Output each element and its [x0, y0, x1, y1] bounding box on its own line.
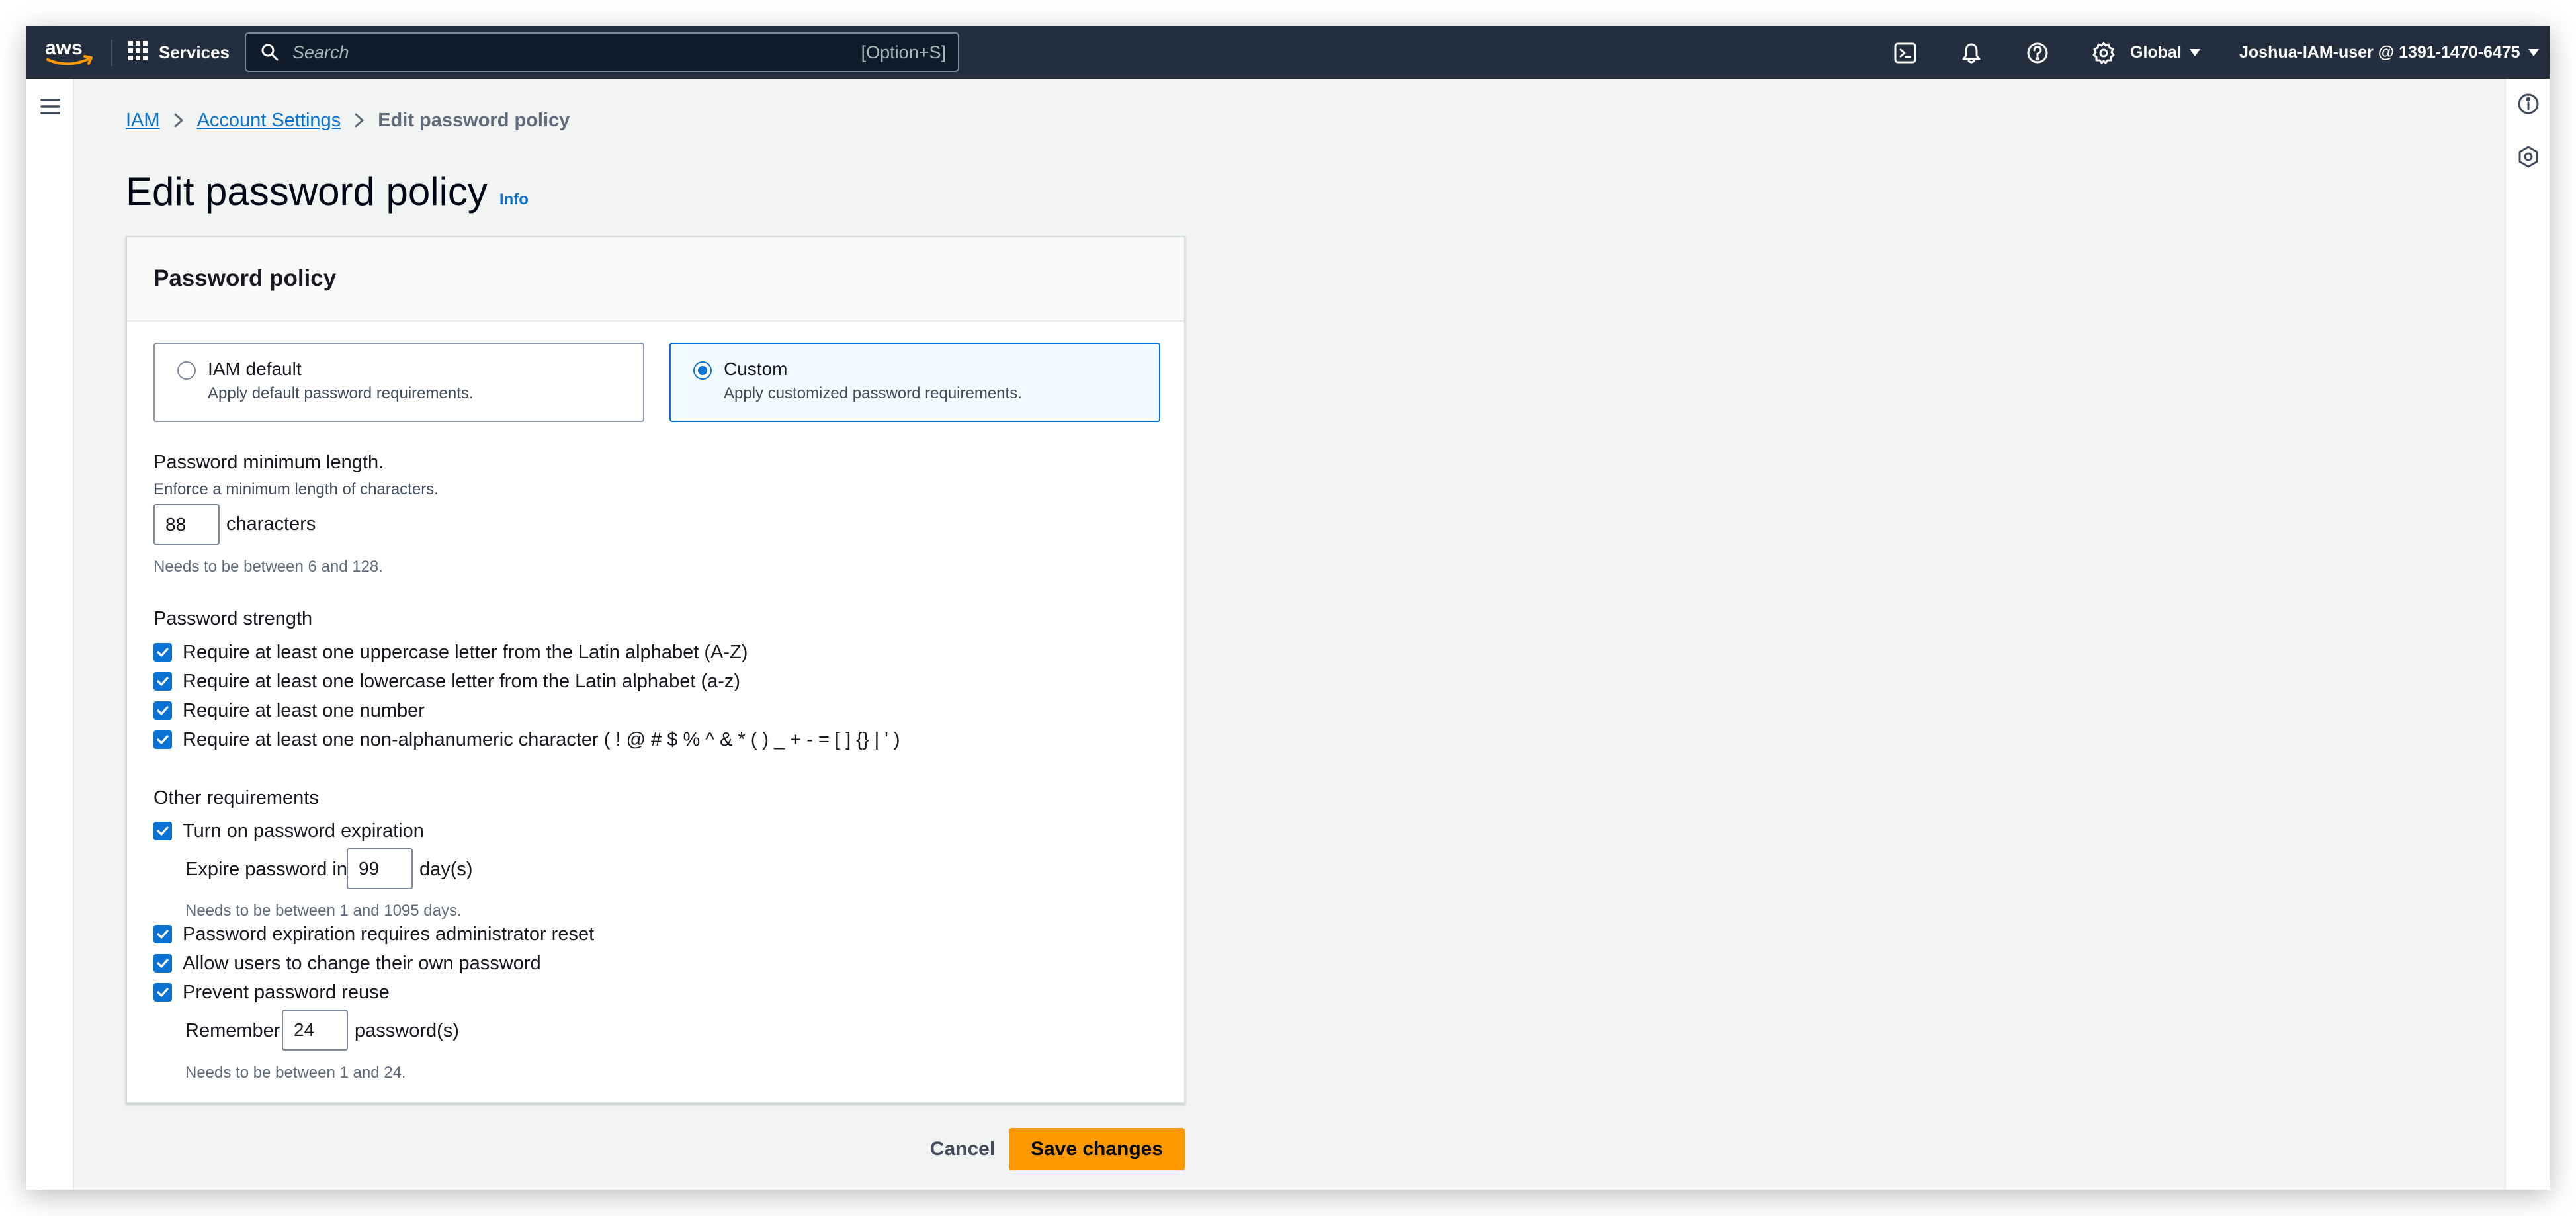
- checkbox-label: Turn on password expiration: [183, 820, 424, 842]
- browser-window: aws Services [Option+: [26, 26, 2550, 1190]
- require-number-checkbox-row[interactable]: Require at least one number: [153, 697, 425, 724]
- password-expiration-checkbox-row[interactable]: Turn on password expiration: [153, 818, 424, 844]
- cancel-button[interactable]: Cancel: [900, 1128, 1025, 1170]
- tile-description: Apply default password requirements.: [208, 384, 474, 402]
- chevron-right-icon: [173, 112, 184, 128]
- password-strength-title: Password strength: [153, 608, 313, 629]
- left-side-rail: [26, 79, 74, 1190]
- remember-passwords-hint: Needs to be between 1 and 24.: [185, 1064, 406, 1082]
- require-lowercase-checkbox-row[interactable]: Require at least one lowercase letter fr…: [153, 668, 740, 695]
- min-length-label: Password minimum length.: [153, 452, 384, 473]
- save-changes-button[interactable]: Save changes: [1009, 1128, 1185, 1170]
- nav-divider: [111, 40, 112, 66]
- account-label: Joshua-IAM-user @ 1391-1470-6475: [2239, 43, 2520, 62]
- require-symbol-checkbox-row[interactable]: Require at least one non-alphanumeric ch…: [153, 726, 900, 753]
- tile-title: IAM default: [208, 359, 302, 379]
- breadcrumb-link-account-settings[interactable]: Account Settings: [197, 110, 341, 132]
- checkbox-label: Allow users to change their own password: [183, 952, 541, 974]
- region-label: Global: [2130, 43, 2182, 62]
- caret-down-icon: [2528, 49, 2539, 56]
- checkbox-checked[interactable]: [153, 822, 172, 840]
- checkbox-checked[interactable]: [153, 954, 172, 973]
- settings-hexagon-icon[interactable]: [2514, 142, 2543, 171]
- bell-icon[interactable]: [1957, 38, 1986, 67]
- expiration-days-input[interactable]: [347, 848, 413, 889]
- info-circle-icon[interactable]: [2514, 89, 2543, 118]
- services-menu-button[interactable]: Services: [128, 26, 230, 79]
- tile-description: Apply customized password requirements.: [724, 384, 1022, 402]
- page-header: Edit password policy Info: [126, 159, 529, 212]
- radio-button-selected[interactable]: [693, 361, 712, 380]
- help-icon[interactable]: [2023, 38, 2052, 67]
- container-header: Password policy: [127, 237, 1184, 322]
- allow-change-checkbox-row[interactable]: Allow users to change their own password: [153, 950, 541, 977]
- expiration-days-unit: day(s): [419, 859, 473, 880]
- expire-password-prefix: Expire password in: [185, 859, 347, 880]
- min-length-field[interactable]: [165, 514, 218, 535]
- account-menu[interactable]: Joshua-IAM-user @ 1391-1470-6475: [2239, 26, 2539, 79]
- custom-tile[interactable]: Custom Apply customized password require…: [669, 343, 1160, 422]
- checkbox-checked[interactable]: [153, 983, 172, 1002]
- min-length-unit: characters: [226, 513, 316, 535]
- svg-text:aws: aws: [45, 37, 83, 59]
- radio-button-unselected[interactable]: [177, 361, 196, 380]
- min-length-input[interactable]: [153, 504, 220, 545]
- breadcrumb-current: Edit password policy: [378, 109, 570, 131]
- checkbox-checked[interactable]: [153, 643, 172, 662]
- chevron-right-icon: [354, 112, 365, 128]
- hamburger-menu-icon[interactable]: [36, 92, 65, 121]
- search-input[interactable]: [279, 34, 861, 71]
- search-bar[interactable]: [Option+S]: [245, 32, 959, 72]
- remember-passwords-input[interactable]: [282, 1010, 348, 1051]
- checkbox-checked[interactable]: [153, 672, 172, 691]
- top-navigation: aws Services [Option+: [26, 26, 2550, 79]
- min-length-hint: Needs to be between 6 and 128.: [153, 558, 383, 576]
- checkbox-checked[interactable]: [153, 701, 172, 720]
- settings-icon[interactable]: [2089, 38, 2118, 67]
- services-label: Services: [159, 42, 230, 62]
- checkbox-label: Prevent password reuse: [183, 981, 390, 1003]
- search-shortcut-hint: [Option+S]: [861, 42, 946, 62]
- checkbox-label: Require at least one uppercase letter fr…: [183, 641, 748, 663]
- caret-down-icon: [2189, 49, 2200, 56]
- remember-prefix: Remember: [185, 1020, 280, 1041]
- breadcrumb: IAM Account Settings Edit password polic…: [126, 106, 570, 135]
- tile-title: Custom: [724, 359, 788, 379]
- container-title: Password policy: [153, 265, 337, 291]
- iam-default-tile[interactable]: IAM default Apply default password requi…: [153, 343, 644, 422]
- checkbox-label: Require at least one number: [183, 699, 425, 721]
- require-uppercase-checkbox-row[interactable]: Require at least one uppercase letter fr…: [153, 639, 748, 666]
- checkbox-label: Require at least one non-alphanumeric ch…: [183, 728, 900, 750]
- checkbox-checked[interactable]: [153, 925, 172, 943]
- cloudshell-icon[interactable]: [1891, 38, 1920, 67]
- remember-passwords-unit: password(s): [355, 1020, 459, 1041]
- password-policy-container: Password policy IAM default Apply defaul…: [126, 236, 1185, 1104]
- grid-icon: [128, 41, 148, 64]
- region-selector[interactable]: Global: [2130, 26, 2200, 79]
- checkbox-label: Require at least one lowercase letter fr…: [183, 670, 741, 692]
- checkbox-checked[interactable]: [153, 730, 172, 749]
- aws-logo[interactable]: aws: [42, 34, 98, 67]
- info-link[interactable]: Info: [499, 191, 529, 209]
- page-title: Edit password policy: [126, 169, 488, 214]
- checkbox-label: Password expiration requires administrat…: [183, 923, 595, 945]
- admin-reset-checkbox-row[interactable]: Password expiration requires administrat…: [153, 921, 594, 947]
- remember-passwords-field[interactable]: [294, 1020, 347, 1041]
- min-length-description: Enforce a minimum length of characters.: [153, 480, 439, 498]
- search-icon: [246, 43, 279, 62]
- expiration-days-hint: Needs to be between 1 and 1095 days.: [185, 902, 462, 920]
- right-side-rail: [2505, 79, 2550, 1190]
- other-requirements-title: Other requirements: [153, 787, 319, 808]
- prevent-reuse-checkbox-row[interactable]: Prevent password reuse: [153, 979, 390, 1006]
- expiration-days-field[interactable]: [359, 858, 411, 879]
- breadcrumb-link-iam[interactable]: IAM: [126, 110, 160, 132]
